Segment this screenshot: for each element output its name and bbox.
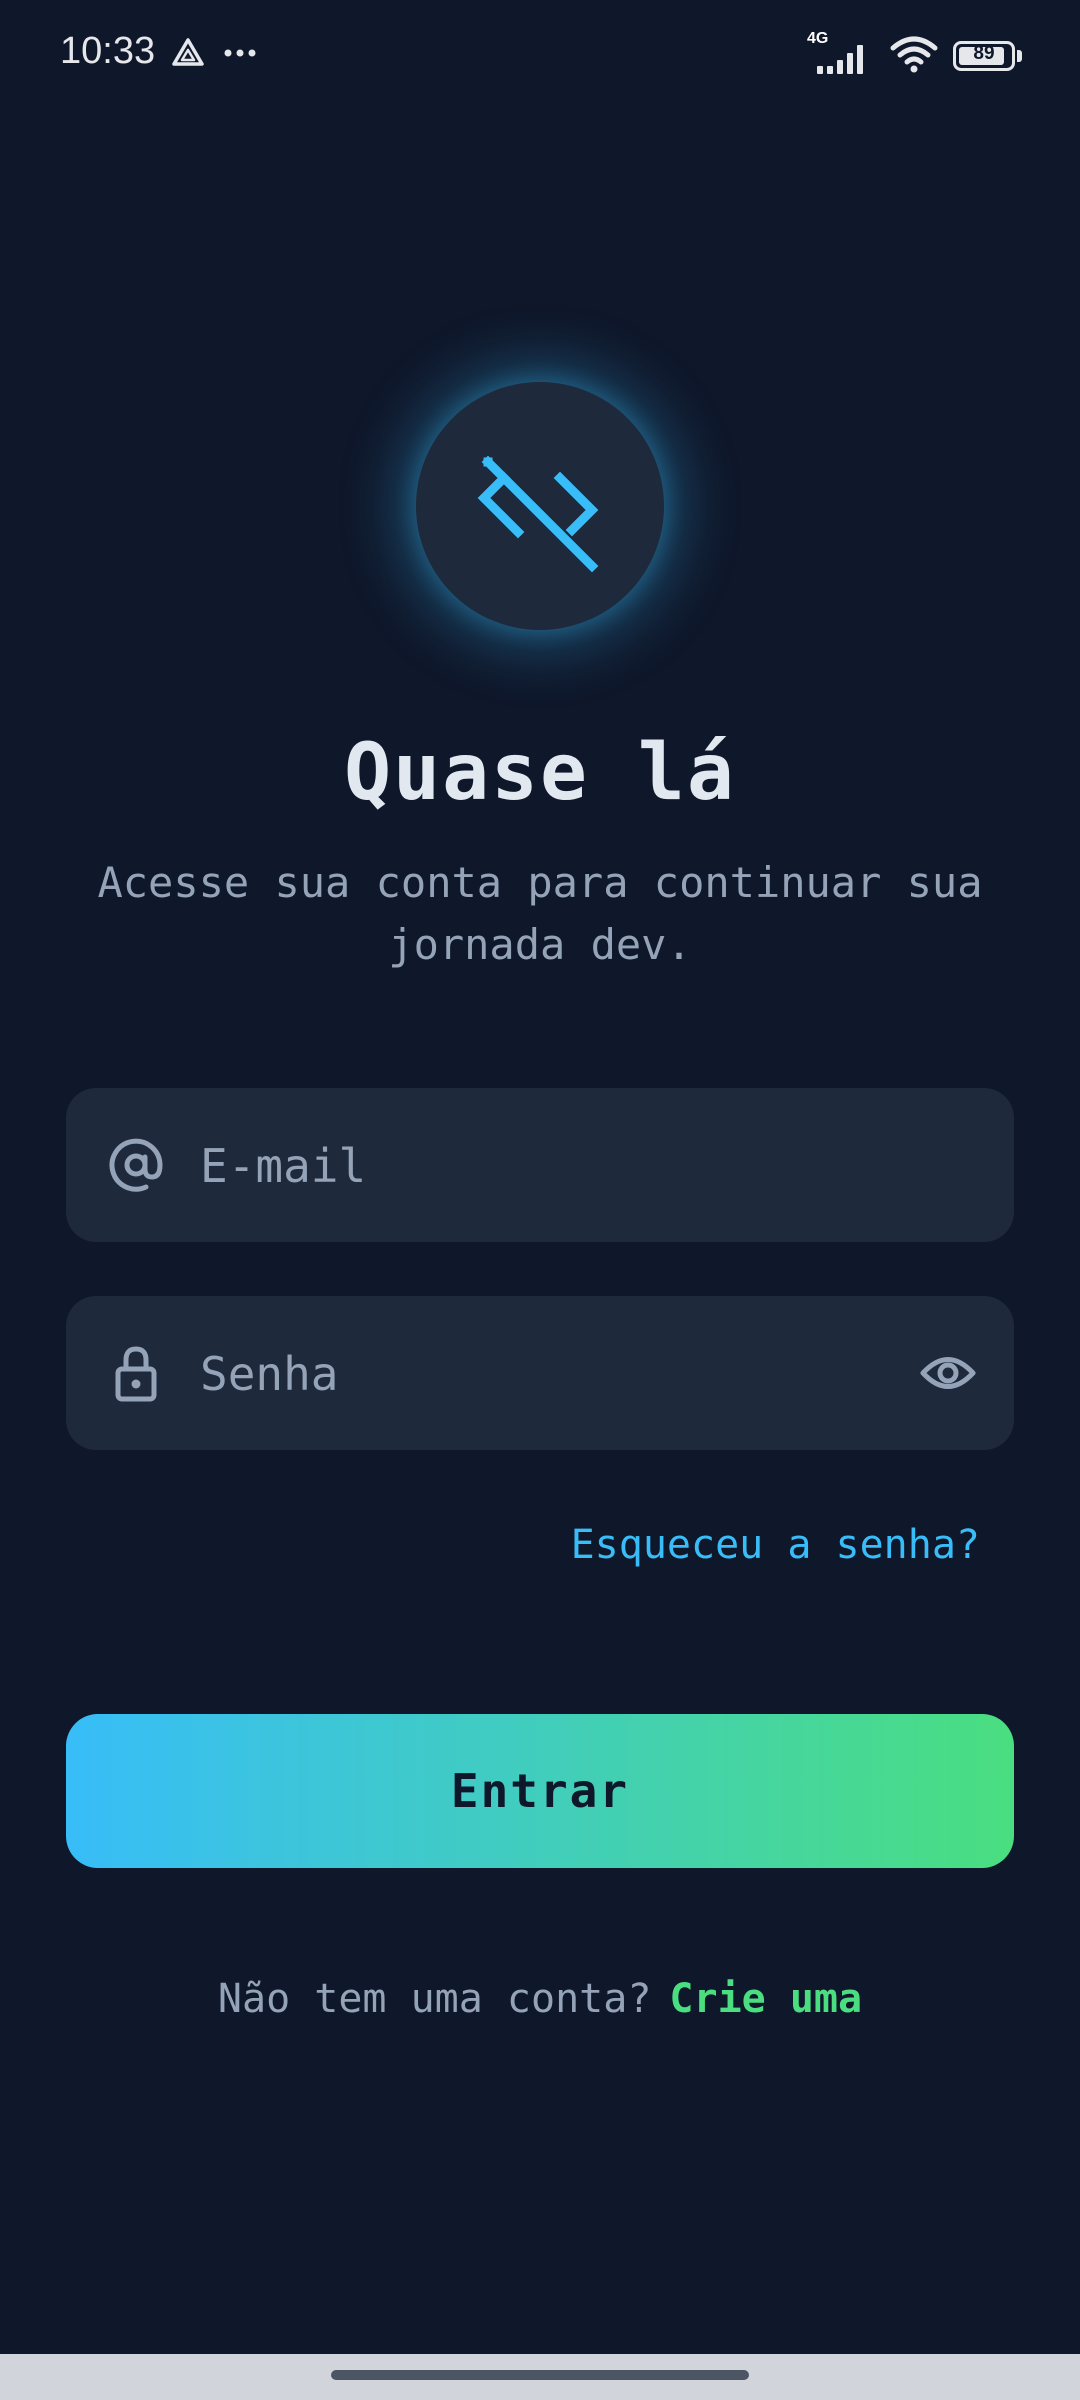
page-title: Quase lá — [344, 728, 736, 818]
at-icon — [106, 1135, 166, 1199]
signup-link[interactable]: Crie uma — [669, 1976, 862, 2022]
signup-prompt: Não tem uma conta? Crie uma — [0, 1976, 1080, 2022]
app-logo — [416, 382, 664, 630]
login-button[interactable]: Entrar — [66, 1714, 1014, 1868]
drive-icon — [170, 36, 206, 74]
signup-prompt-text: Não tem uma conta? — [217, 1976, 652, 2022]
battery-tip — [1017, 50, 1022, 62]
email-input[interactable] — [198, 1088, 922, 1244]
status-time: 10:33 — [60, 30, 156, 72]
code-logo-icon — [477, 455, 599, 573]
email-field[interactable] — [66, 1088, 1014, 1244]
home-gesture-handle[interactable] — [331, 2370, 749, 2380]
eye-icon[interactable] — [920, 1348, 976, 1402]
wifi-icon — [889, 34, 939, 78]
lock-icon — [106, 1343, 166, 1407]
battery-level: 89 — [973, 43, 995, 64]
signal-icon: 4G — [807, 30, 875, 76]
password-input[interactable] — [198, 1296, 922, 1452]
more-icon — [222, 36, 258, 74]
password-field[interactable] — [66, 1296, 1014, 1452]
page-subtitle: Acesse sua conta para continuar sua jorn… — [97, 858, 983, 969]
status-bar: 10:33 4G 89 — [0, 0, 1080, 108]
battery-icon: 89 — [953, 41, 1015, 71]
forgot-password-link[interactable]: Esqueceu a senha? — [571, 1522, 980, 1568]
